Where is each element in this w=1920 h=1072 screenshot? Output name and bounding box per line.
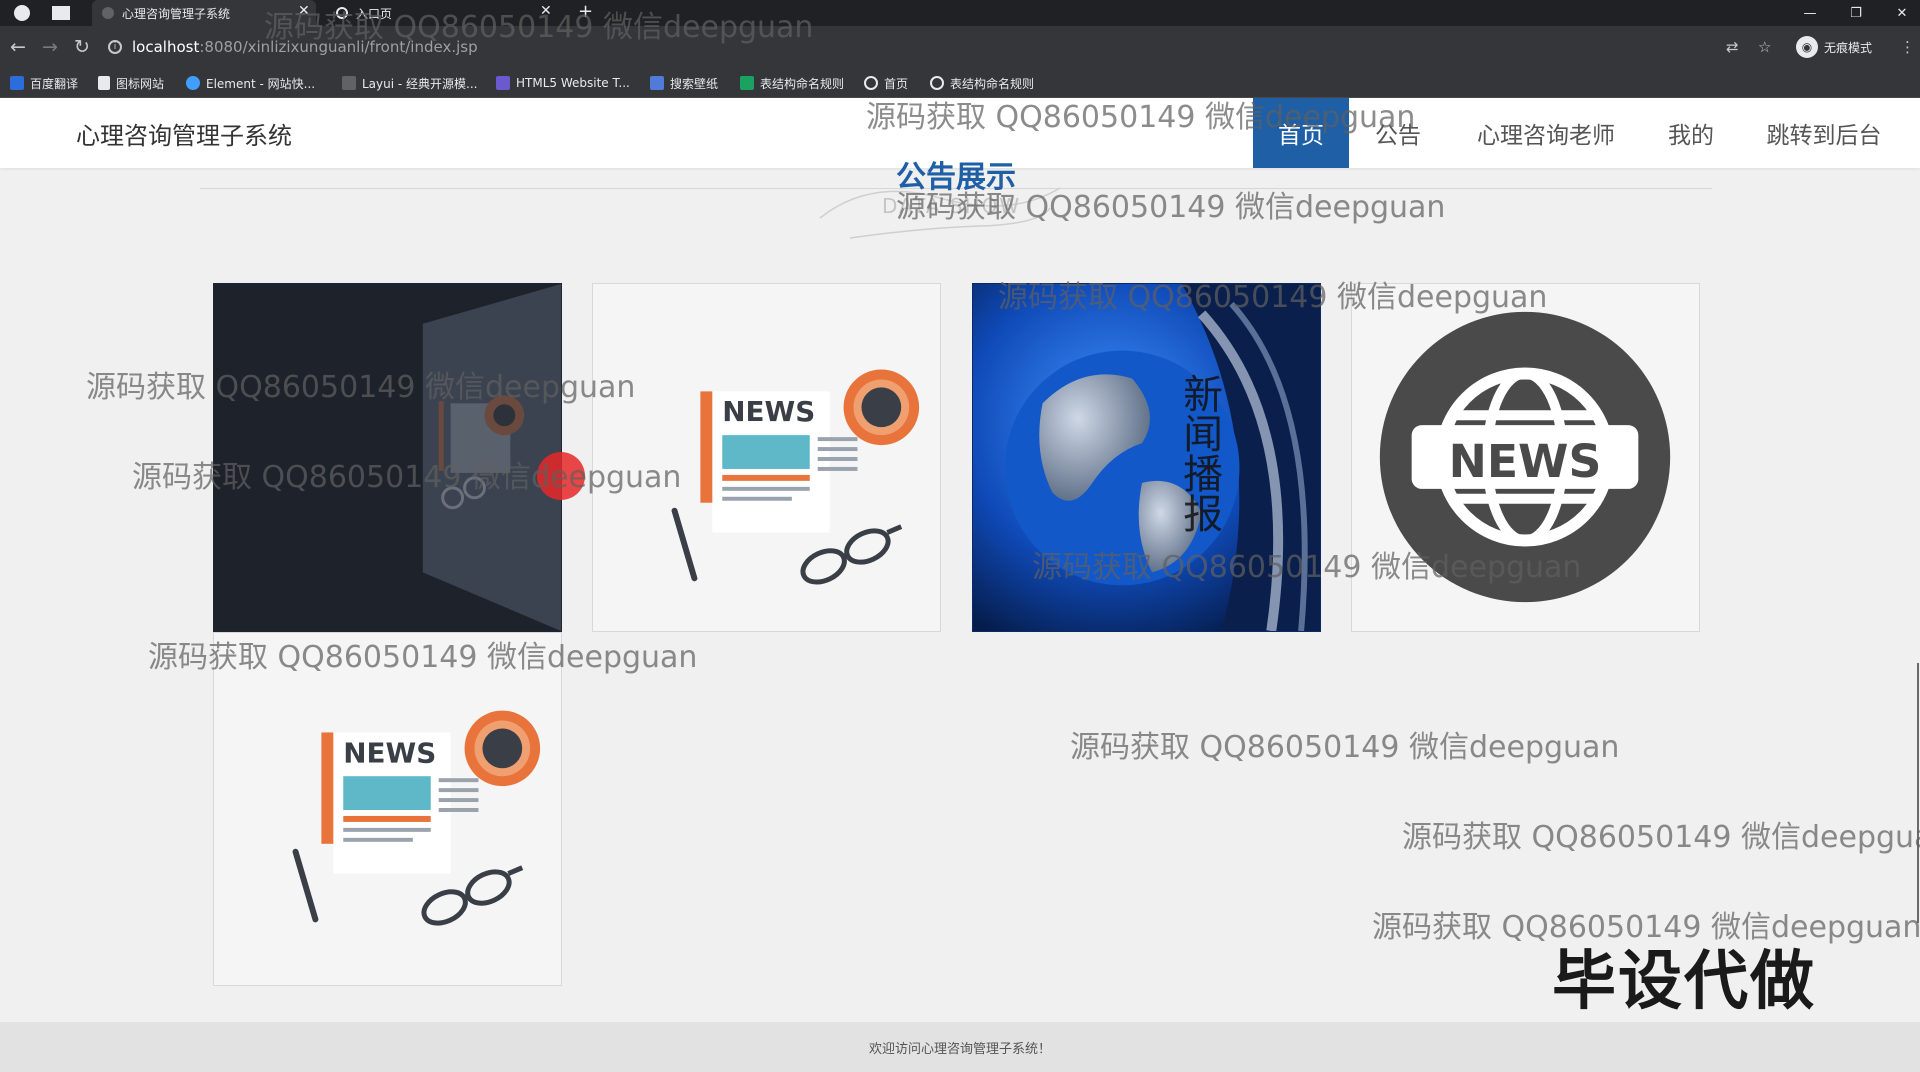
news-image: NEWS — [214, 633, 561, 985]
watermark-text: 源码获取 QQ86050149 微信deepguan — [1070, 730, 1620, 765]
nav-counselors[interactable]: 心理咨询老师 — [1458, 98, 1634, 168]
bookmark-label: 百度翻译 — [30, 76, 79, 91]
bookmark-label: 搜索壁纸 — [670, 76, 719, 91]
bookmark-item[interactable]: 百度翻译 — [10, 68, 78, 98]
bookmark-item[interactable]: Element - 网站快... — [186, 68, 315, 98]
site-brand[interactable]: 心理咨询管理子系统 — [76, 98, 292, 168]
site-info-icon[interactable]: i — [108, 40, 122, 54]
forward-icon[interactable]: → — [34, 26, 66, 68]
bookmark-label: 首页 — [884, 76, 909, 91]
bookmark-item[interactable]: 图标网站 — [98, 68, 164, 98]
tab-search-icon[interactable] — [52, 6, 70, 20]
incognito-icon: ◉ — [1796, 36, 1818, 58]
sheet-bookmark-icon — [740, 76, 754, 90]
html5-bookmark-icon — [496, 76, 510, 90]
bookmark-label: Layui - 经典开源模... — [362, 76, 478, 91]
page-favicon-icon — [102, 7, 114, 19]
watermark-text: 源码获取 QQ86050149 微信deepguan — [998, 280, 1548, 315]
reload-icon[interactable]: ↻ — [66, 26, 98, 68]
restore-icon[interactable]: ❐ — [1834, 0, 1878, 26]
wallpaper-bookmark-icon — [650, 76, 664, 90]
browser-more-icon[interactable]: ⋮ — [1900, 26, 1915, 68]
bookmark-item[interactable]: 表结构命名规则 — [740, 68, 844, 98]
nav-admin[interactable]: 跳转到后台 — [1754, 98, 1894, 168]
globe-bookmark-icon — [930, 76, 944, 90]
flag-bookmark-icon — [98, 76, 110, 90]
watermark-text: 源码获取 QQ86050149 微信deepguan — [1032, 550, 1582, 585]
element-bookmark-icon — [186, 76, 200, 90]
bookmark-item[interactable]: Layui - 经典开源模... — [342, 68, 477, 98]
tab-title: 心理咨询管理子系统 — [122, 6, 231, 21]
bookmark-label: Element - 网站快... — [206, 76, 316, 91]
bookmark-item[interactable]: HTML5 Website T... — [496, 68, 630, 98]
news-badge-label: NEWS — [1449, 435, 1602, 488]
layui-bookmark-icon — [342, 76, 356, 90]
watermark-text: 源码获取 QQ86050149 微信deepguan — [86, 370, 636, 405]
browser-menu-icon[interactable] — [14, 5, 30, 21]
watermark-text: 源码获取 QQ86050149 微信deepguan — [132, 460, 682, 495]
bookmark-label: 表结构命名规则 — [760, 76, 845, 91]
bookmark-label: 表结构命名规则 — [950, 76, 1035, 91]
globe-bookmark-icon — [864, 76, 878, 90]
watermark-text: 源码获取 QQ86050149 微信deepguan — [148, 640, 698, 675]
url-host: localhost — [132, 38, 200, 56]
scrollbar[interactable] — [1917, 663, 1919, 923]
back-icon[interactable]: ← — [2, 26, 34, 68]
translate-bookmark-icon — [10, 76, 24, 90]
bookmark-label: HTML5 Website T... — [516, 76, 630, 90]
watermark-text: 源码获取 QQ86050149 微信deepguan — [866, 100, 1416, 135]
bookmark-item[interactable]: 搜索壁纸 — [650, 68, 718, 98]
watermark-text: 源码获取 QQ86050149 微信deepguan — [896, 190, 1446, 225]
news-label: NEWS — [343, 736, 436, 769]
translate-icon[interactable]: ⇄ — [1726, 26, 1739, 68]
site-footer: 欢迎访问心理咨询管理子系统！ — [0, 1022, 1920, 1072]
incognito-profile[interactable]: ◉ 无痕模式 — [1796, 26, 1872, 68]
notice-card[interactable]: NEWS — [213, 632, 562, 986]
promo-text: 毕设代做 — [1552, 945, 1816, 1019]
news-label: NEWS — [722, 395, 815, 428]
profile-label: 无痕模式 — [1824, 40, 1873, 55]
broadcast-label: 新闻播报 — [1177, 373, 1223, 532]
minimize-icon[interactable]: — — [1788, 0, 1832, 26]
watermark-text: 源码获取 QQ86050149 微信deepgua — [1402, 820, 1920, 855]
watermark-text: 源码获取 QQ86050149 微信deepguan — [264, 10, 814, 45]
window-close-icon[interactable]: ✕ — [1880, 0, 1920, 26]
bookmark-label: 图标网站 — [116, 76, 165, 91]
bookmark-star-icon[interactable]: ☆ — [1758, 26, 1771, 68]
nav-mine[interactable]: 我的 — [1650, 98, 1732, 168]
